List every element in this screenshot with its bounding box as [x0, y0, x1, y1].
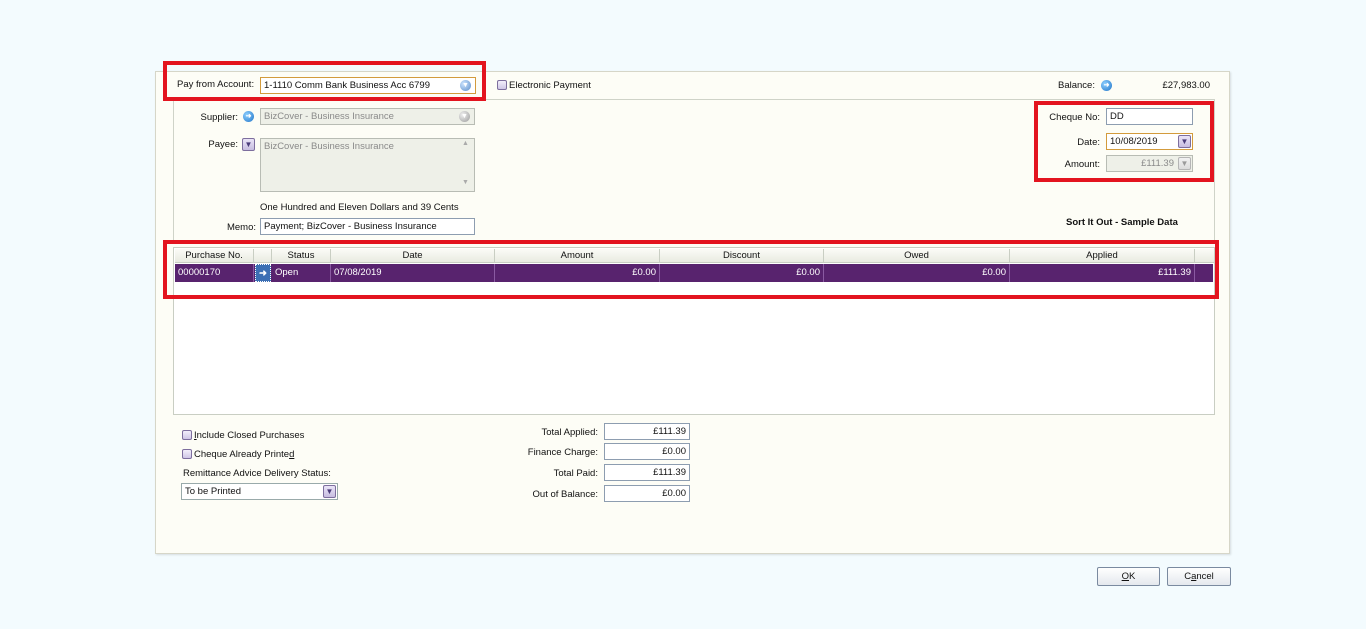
total-applied-label: Total Applied:	[541, 427, 598, 438]
scroll-down-icon[interactable]: ▼	[462, 179, 469, 186]
include-closed-label: Include Closed Purchases	[194, 430, 305, 441]
scroll-up-icon[interactable]: ▲	[462, 140, 469, 147]
total-paid-field: £111.39	[604, 464, 690, 481]
memo-field[interactable]: Payment; BizCover - Business Insurance	[260, 218, 475, 235]
highlight-grid-row	[163, 240, 1219, 299]
total-applied-field: £111.39	[604, 423, 690, 440]
supplier-field[interactable]: BizCover - Business Insurance	[260, 108, 475, 125]
cheque-printed-label: Cheque Already Printed	[194, 449, 295, 460]
out-of-balance-label: Out of Balance:	[532, 489, 598, 500]
company-name: Sort It Out - Sample Data	[1066, 217, 1178, 228]
remittance-label: Remittance Advice Delivery Status:	[183, 468, 331, 479]
balance-label: Balance:	[1058, 80, 1095, 91]
arrow-right-icon[interactable]: ➜	[1101, 80, 1112, 91]
cheque-printed-checkbox[interactable]	[182, 449, 192, 459]
remittance-select[interactable]: To be Printed	[181, 483, 338, 500]
finance-charge-field[interactable]: £0.00	[604, 443, 690, 460]
total-paid-label: Total Paid:	[553, 468, 598, 479]
out-of-balance-field: £0.00	[604, 485, 690, 502]
memo-label: Memo:	[226, 222, 256, 233]
electronic-payment-label: Electronic Payment	[509, 80, 591, 91]
remittance-dropdown-button[interactable]: ▼	[323, 485, 336, 498]
finance-charge-label: Finance Charge:	[527, 447, 598, 458]
chevron-down-icon[interactable]: ▼	[459, 111, 470, 122]
amount-in-words: One Hundred and Eleven Dollars and 39 Ce…	[260, 202, 459, 213]
highlight-pay-from	[163, 61, 486, 101]
payee-label: Payee:	[208, 139, 238, 150]
payee-dropdown-button[interactable]: ▼	[242, 138, 255, 151]
include-closed-checkbox[interactable]	[182, 430, 192, 440]
arrow-right-icon[interactable]: ➜	[243, 111, 254, 122]
payee-address-field[interactable]: BizCover - Business Insurance	[260, 138, 475, 192]
ok-button[interactable]: OK	[1097, 567, 1160, 586]
balance-value: £27,983.00	[1162, 80, 1210, 91]
electronic-payment-checkbox[interactable]	[497, 80, 507, 90]
highlight-cheque-info	[1034, 101, 1214, 182]
supplier-label: Supplier:	[200, 112, 239, 123]
cancel-button[interactable]: Cancel	[1167, 567, 1231, 586]
